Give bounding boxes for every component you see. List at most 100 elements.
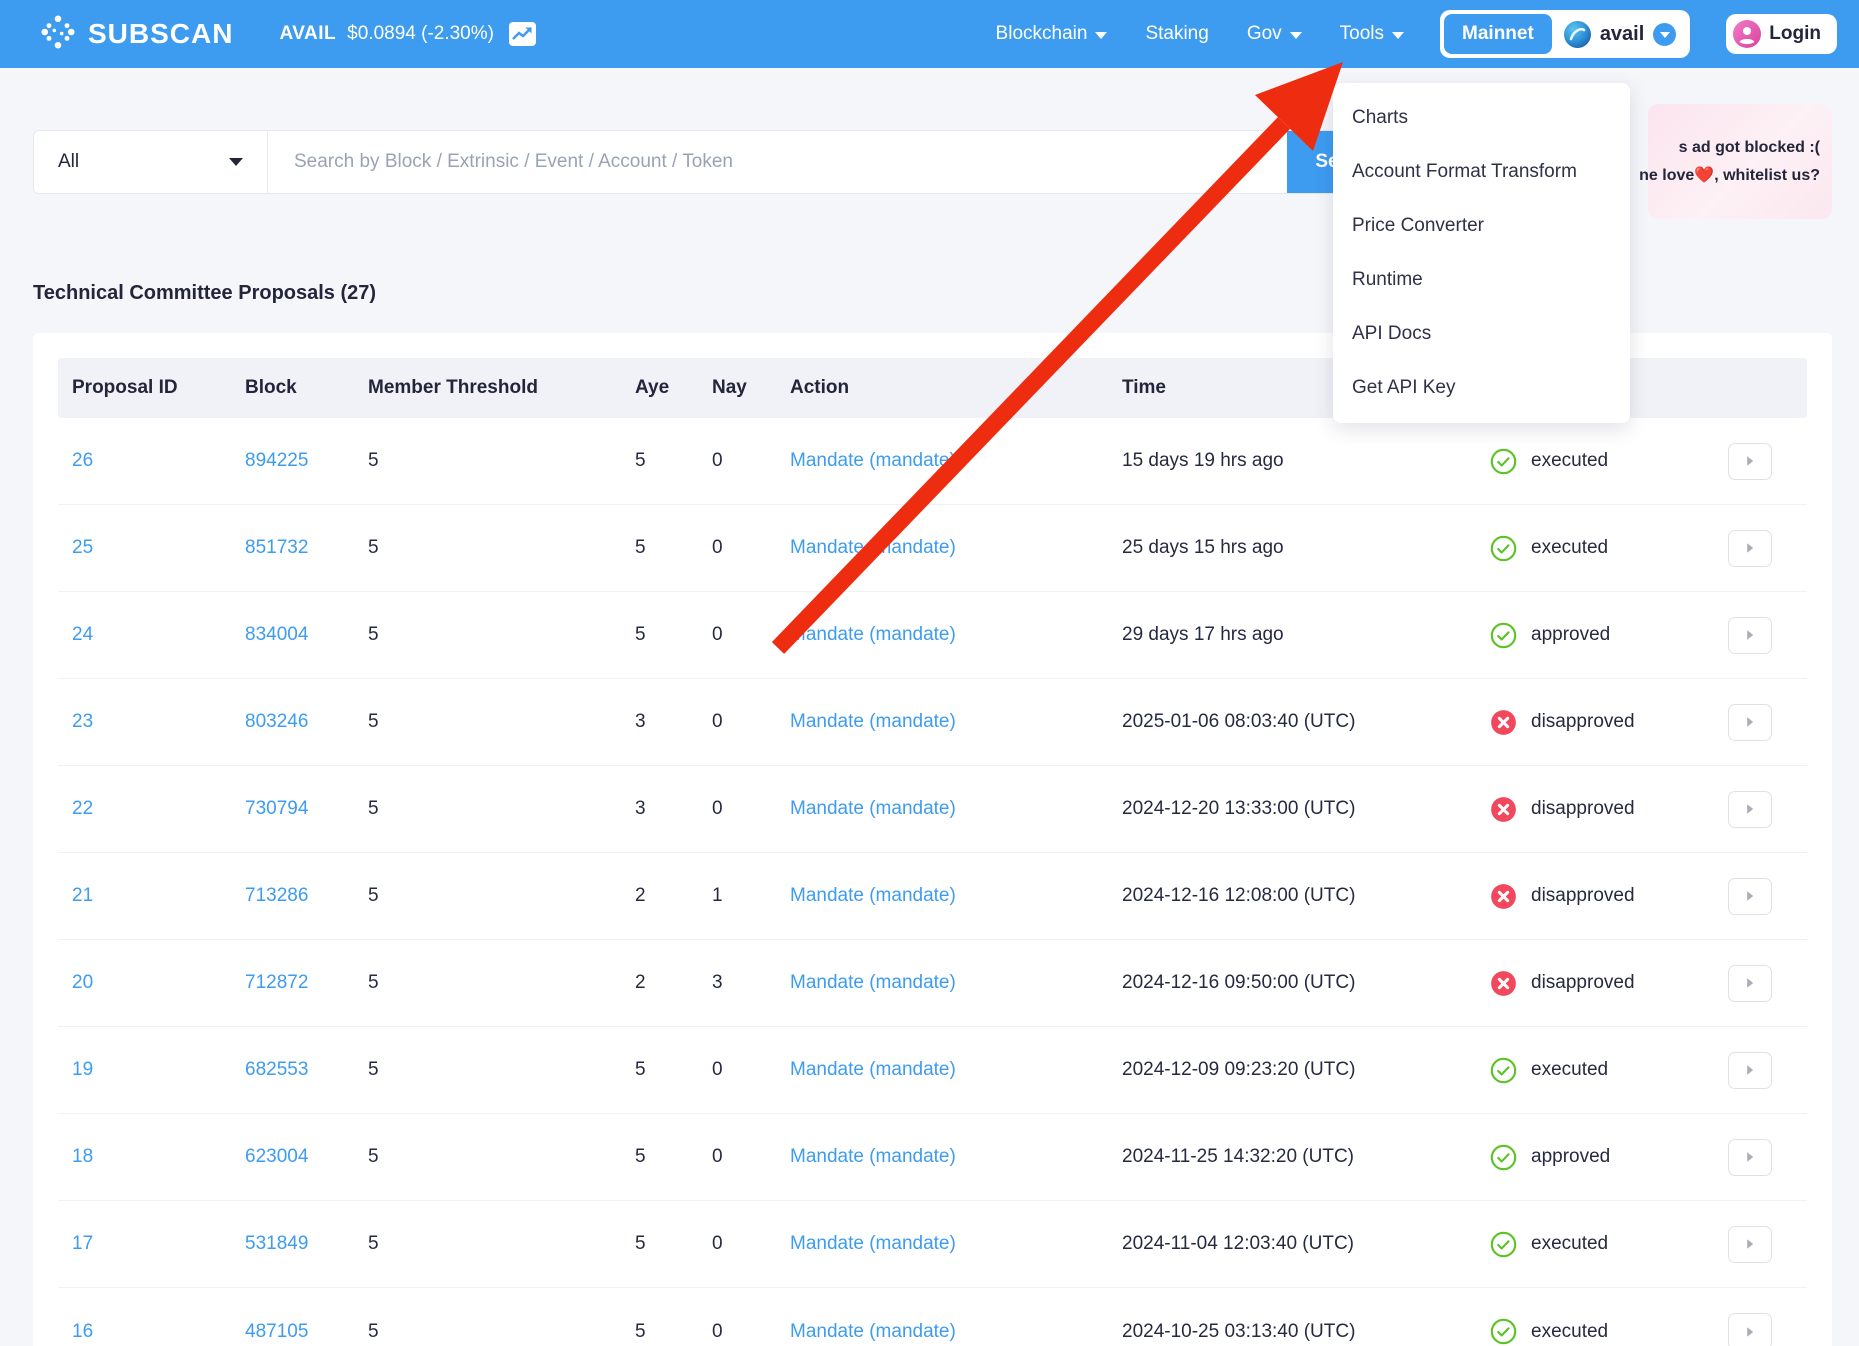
status-label: disapproved [1531, 885, 1635, 907]
expand-row-button[interactable] [1728, 1226, 1772, 1263]
aye-count: 5 [635, 1233, 712, 1255]
proposal-id-link[interactable]: 23 [58, 711, 245, 733]
block-link[interactable]: 487105 [245, 1321, 368, 1343]
action-link[interactable]: Mandate (mandate) [790, 1059, 1122, 1081]
expand-row-button[interactable] [1728, 1052, 1772, 1089]
search-input[interactable] [267, 131, 1287, 193]
status-check-icon [1490, 622, 1517, 649]
expand-row-button[interactable] [1728, 617, 1772, 654]
aye-count: 2 [635, 972, 712, 994]
action-link[interactable]: Mandate (mandate) [790, 711, 1122, 733]
aye-count: 3 [635, 711, 712, 733]
member-threshold-value: 5 [368, 885, 635, 907]
proposal-id-link[interactable]: 21 [58, 885, 245, 907]
aye-count: 2 [635, 885, 712, 907]
chain-selector[interactable]: avail [1564, 21, 1686, 48]
nav-label: Tools [1340, 23, 1384, 45]
expand-row-button[interactable] [1728, 443, 1772, 480]
block-link[interactable]: 803246 [245, 711, 368, 733]
table-row: 19682553550Mandate (mandate)2024-12-09 0… [58, 1027, 1807, 1114]
action-link[interactable]: Mandate (mandate) [790, 624, 1122, 646]
block-link[interactable]: 834004 [245, 624, 368, 646]
row-expand-cell [1728, 1052, 1807, 1089]
login-button[interactable]: Login [1726, 14, 1837, 54]
aye-count: 5 [635, 537, 712, 559]
brand-name: SUBSCAN [88, 18, 233, 50]
time-value: 2025-01-06 08:03:40 (UTC) [1122, 711, 1490, 733]
block-link[interactable]: 712872 [245, 972, 368, 994]
status-cross-icon [1490, 709, 1517, 736]
price-chart-icon[interactable] [509, 22, 536, 46]
top-navigation-bar: SUBSCAN AVAIL $0.0894 (-2.30%) Blockchai… [0, 0, 1859, 68]
aye-count: 5 [635, 1146, 712, 1168]
block-link[interactable]: 531849 [245, 1233, 368, 1255]
action-link[interactable]: Mandate (mandate) [790, 972, 1122, 994]
chevron-down-icon [1095, 32, 1107, 39]
action-link[interactable]: Mandate (mandate) [790, 1321, 1122, 1343]
action-link[interactable]: Mandate (mandate) [790, 1233, 1122, 1255]
proposal-id-link[interactable]: 16 [58, 1321, 245, 1343]
proposal-id-link[interactable]: 18 [58, 1146, 245, 1168]
action-link[interactable]: Mandate (mandate) [790, 885, 1122, 907]
status-label: disapproved [1531, 711, 1635, 733]
block-link[interactable]: 682553 [245, 1059, 368, 1081]
ad-line-1: s ad got blocked :( [1679, 134, 1820, 162]
status-badge: approved [1490, 622, 1728, 649]
expand-row-button[interactable] [1728, 791, 1772, 828]
expand-row-button[interactable] [1728, 965, 1772, 1002]
expand-row-button[interactable] [1728, 530, 1772, 567]
expand-row-button[interactable] [1728, 1313, 1772, 1346]
expand-row-button[interactable] [1728, 878, 1772, 915]
action-link[interactable]: Mandate (mandate) [790, 450, 1122, 472]
aye-count: 5 [635, 450, 712, 472]
proposal-id-link[interactable]: 22 [58, 798, 245, 820]
nay-count: 0 [712, 711, 790, 733]
action-link[interactable]: Mandate (mandate) [790, 798, 1122, 820]
proposal-id-link[interactable]: 19 [58, 1059, 245, 1081]
block-link[interactable]: 623004 [245, 1146, 368, 1168]
menu-item-get-api-key[interactable]: Get API Key [1333, 361, 1630, 415]
status-badge: executed [1490, 535, 1728, 562]
status-label: approved [1531, 1146, 1610, 1168]
nav-item-blockchain[interactable]: Blockchain [996, 23, 1108, 45]
action-link[interactable]: Mandate (mandate) [790, 537, 1122, 559]
nav-item-gov[interactable]: Gov [1247, 23, 1302, 45]
row-expand-cell [1728, 617, 1807, 654]
status-label: executed [1531, 1321, 1608, 1343]
subscan-logo[interactable]: SUBSCAN [40, 14, 233, 55]
nay-count: 0 [712, 1146, 790, 1168]
nay-count: 0 [712, 1321, 790, 1343]
block-link[interactable]: 730794 [245, 798, 368, 820]
mainnet-button[interactable]: Mainnet [1444, 14, 1552, 54]
column-header: Action [790, 377, 1122, 399]
subscan-logo-icon [40, 14, 76, 55]
token-symbol: AVAIL [279, 23, 336, 45]
proposal-id-link[interactable]: 26 [58, 450, 245, 472]
action-link[interactable]: Mandate (mandate) [790, 1146, 1122, 1168]
expand-row-button[interactable] [1728, 1139, 1772, 1176]
search-filter-select[interactable]: All [34, 131, 267, 193]
row-expand-cell [1728, 878, 1807, 915]
block-link[interactable]: 851732 [245, 537, 368, 559]
nav-item-staking[interactable]: Staking [1145, 23, 1208, 45]
proposal-id-link[interactable]: 17 [58, 1233, 245, 1255]
time-value: 2024-11-25 14:32:20 (UTC) [1122, 1146, 1490, 1168]
status-label: disapproved [1531, 972, 1635, 994]
status-label: disapproved [1531, 798, 1635, 820]
time-value: 2024-11-04 12:03:40 (UTC) [1122, 1233, 1490, 1255]
menu-item-price-converter[interactable]: Price Converter [1333, 199, 1630, 253]
menu-item-runtime[interactable]: Runtime [1333, 253, 1630, 307]
proposal-id-link[interactable]: 25 [58, 537, 245, 559]
nay-count: 0 [712, 1059, 790, 1081]
search-bar: All Search [33, 130, 1408, 194]
block-link[interactable]: 894225 [245, 450, 368, 472]
menu-item-api-docs[interactable]: API Docs [1333, 307, 1630, 361]
nav-item-tools[interactable]: Tools [1340, 23, 1404, 45]
block-link[interactable]: 713286 [245, 885, 368, 907]
expand-row-button[interactable] [1728, 704, 1772, 741]
proposal-id-link[interactable]: 20 [58, 972, 245, 994]
proposal-id-link[interactable]: 24 [58, 624, 245, 646]
menu-item-account-format-transform[interactable]: Account Format Transform [1333, 145, 1630, 199]
table-row: 21713286521Mandate (mandate)2024-12-16 1… [58, 853, 1807, 940]
menu-item-charts[interactable]: Charts [1333, 91, 1630, 145]
